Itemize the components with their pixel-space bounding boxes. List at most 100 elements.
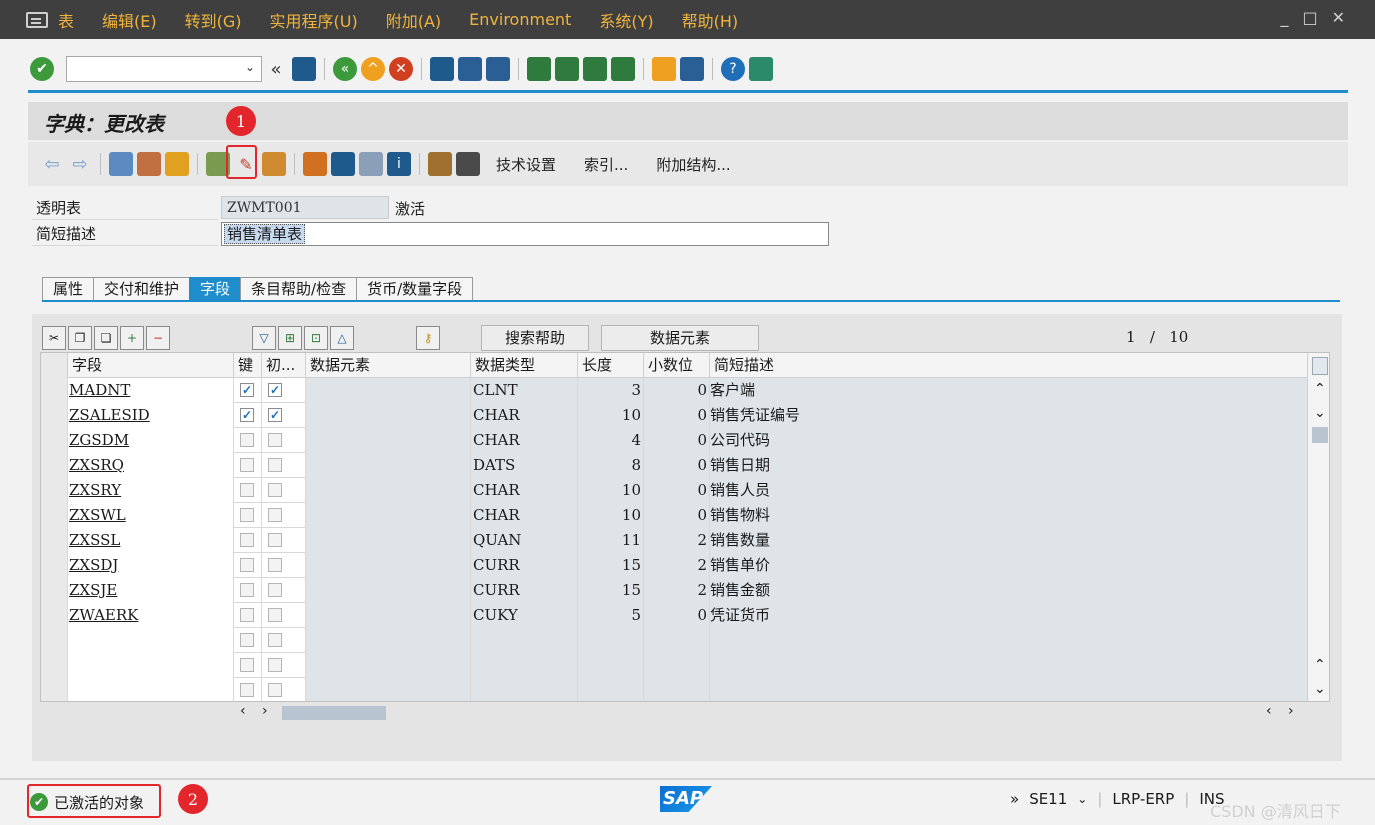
initial-checkbox[interactable] [268,633,282,647]
back-icon[interactable]: « [333,57,357,81]
object-list-icon[interactable] [331,152,355,176]
table-view-icon[interactable] [359,152,383,176]
filter-icon[interactable]: ▽ [252,326,276,350]
other-object-icon[interactable] [109,152,133,176]
scroll-up-icon[interactable]: ⌃ [1314,657,1326,673]
initial-checkbox[interactable] [268,683,282,697]
tab-entry-help[interactable]: 条目帮助/检查 [240,277,358,301]
scroll-right-icon[interactable]: › [1288,703,1294,719]
field-name-cell[interactable]: ZGSDM [67,428,233,453]
delete-row-icon[interactable]: − [146,326,170,350]
display-change-icon[interactable] [137,152,161,176]
minimize-icon[interactable]: _ [1280,8,1288,27]
maximize-icon[interactable]: □ [1302,8,1317,27]
row-selector[interactable] [41,378,67,403]
cancel-icon[interactable]: ✕ [389,57,413,81]
key-checkbox[interactable] [240,608,254,622]
key-icon[interactable]: ⚷ [416,326,440,350]
field-name-cell[interactable] [67,653,233,678]
scroll-right-icon[interactable]: › [262,703,268,719]
append-structure-button[interactable]: 附加结构... [656,154,730,175]
key-checkbox[interactable] [240,483,254,497]
row-selector[interactable] [41,553,67,578]
double-left-icon[interactable]: « [264,57,288,81]
tab-currency-quantity[interactable]: 货币/数量字段 [356,277,474,301]
initial-checkbox[interactable]: ✓ [268,383,282,397]
initial-checkbox[interactable] [268,458,282,472]
field-name-cell[interactable]: ZXSRY [67,478,233,503]
initial-checkbox[interactable] [268,583,282,597]
row-selector[interactable] [41,403,67,428]
data-element-cell[interactable] [305,578,470,603]
chevron-down-icon[interactable]: ⌄ [1077,792,1087,806]
tab-delivery-maintenance[interactable]: 交付和维护 [93,277,191,301]
field-name-cell[interactable]: ZXSDJ [67,553,233,578]
copy-icon[interactable]: ❐ [68,326,92,350]
key-checkbox[interactable] [240,633,254,647]
scroll-down-icon[interactable]: ⌄ [1314,405,1326,421]
data-element-cell[interactable] [305,403,470,428]
index-button[interactable]: 索引... [584,154,628,175]
row-selector[interactable] [41,478,67,503]
row-selector[interactable] [41,428,67,453]
data-element-cell[interactable] [305,528,470,553]
predefined-type-icon[interactable]: △ [330,326,354,350]
data-element-cell[interactable] [305,428,470,453]
menu-extras[interactable]: 附加(A) [386,8,441,32]
field-name-cell[interactable]: ZSALESID [67,403,233,428]
find-icon[interactable] [458,57,482,81]
where-used-icon[interactable] [262,152,286,176]
key-checkbox[interactable] [240,508,254,522]
tech-settings-button[interactable]: 技术设置 [496,154,556,175]
expand-status-icon[interactable]: » [1010,790,1019,808]
system-menu-icon[interactable] [26,11,48,28]
command-field[interactable]: ⌄ [66,56,262,82]
menu-utilities[interactable]: 实用程序(U) [270,8,358,32]
data-element-cell[interactable] [305,553,470,578]
first-page-icon[interactable] [527,57,551,81]
key-checkbox[interactable] [240,683,254,697]
field-name-cell[interactable]: MADNT [67,378,233,403]
menu-table[interactable]: 表 [58,8,74,32]
next-page-icon[interactable] [583,57,607,81]
initial-checkbox[interactable] [268,483,282,497]
row-selector[interactable] [41,578,67,603]
initial-checkbox[interactable] [268,608,282,622]
initial-checkbox[interactable] [268,558,282,572]
close-icon[interactable]: ✕ [1332,8,1345,27]
tab-fields[interactable]: 字段 [189,277,242,301]
shortcut-icon[interactable] [680,57,704,81]
structure-icon[interactable] [428,152,452,176]
initial-checkbox[interactable] [268,533,282,547]
last-page-icon[interactable] [611,57,635,81]
row-selector[interactable] [41,628,67,653]
scroll-up-icon[interactable]: ⌃ [1314,381,1326,397]
column-config-icon[interactable] [1312,357,1328,375]
cut-icon[interactable]: ✂ [42,326,66,350]
exit-icon[interactable]: ^ [361,57,385,81]
scroll-down-icon[interactable]: ⌄ [1314,681,1326,697]
key-checkbox[interactable]: ✓ [240,408,254,422]
scroll-left-icon[interactable]: ‹ [240,703,246,719]
hscroll-thumb[interactable] [282,706,386,720]
initial-checkbox[interactable] [268,508,282,522]
field-name-cell[interactable]: ZXSSL [67,528,233,553]
chevron-down-icon[interactable]: ⌄ [245,60,255,74]
key-checkbox[interactable] [240,533,254,547]
key-checkbox[interactable]: ✓ [240,383,254,397]
row-selector[interactable] [41,678,67,701]
data-element-cell[interactable] [305,603,470,628]
field-name-cell[interactable] [67,678,233,701]
insert-row-icon[interactable]: + [120,326,144,350]
new-session-icon[interactable] [652,57,676,81]
horizontal-scrollbar[interactable]: ‹ › ‹ › [240,703,1306,723]
arrow-left-icon[interactable]: ⇦ [40,152,64,176]
key-checkbox[interactable] [240,583,254,597]
menu-edit[interactable]: 编辑(E) [102,8,157,32]
data-element-cell[interactable] [305,453,470,478]
key-checkbox[interactable] [240,458,254,472]
activate-icon[interactable] [165,152,189,176]
expand-structure-icon[interactable]: ⊡ [304,326,328,350]
key-checkbox[interactable] [240,558,254,572]
key-checkbox[interactable] [240,433,254,447]
